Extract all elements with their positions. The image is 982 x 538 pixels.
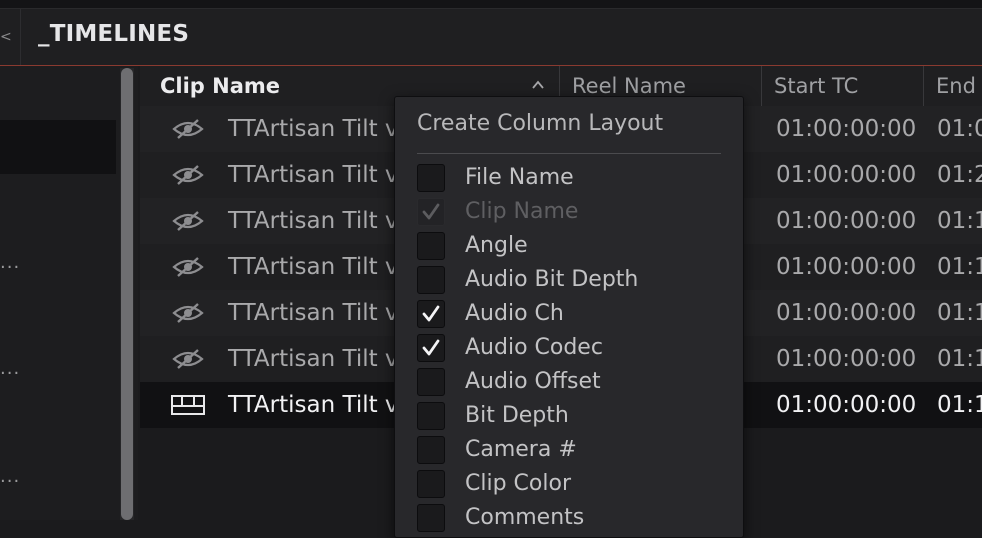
column-option[interactable]: Angle: [417, 229, 737, 263]
end-tc-cell: 01:1: [937, 346, 982, 372]
start-tc-cell: 01:00:00:00: [776, 208, 917, 234]
start-tc-cell: 01:00:00:00: [776, 346, 917, 372]
hidden-eye-icon: [172, 211, 204, 231]
bin-item-truncated[interactable]: ...: [0, 252, 20, 273]
column-option-label: Audio Bit Depth: [465, 267, 639, 292]
column-option-label: Audio Ch: [465, 301, 564, 326]
end-tc-cell: 01:1: [937, 254, 982, 280]
bin-list-scrollbar-thumb[interactable]: [121, 68, 133, 520]
hidden-eye-icon: [172, 257, 204, 277]
column-option[interactable]: Clip Color: [417, 467, 737, 501]
top-strip: [0, 0, 982, 9]
column-option-label: Clip Color: [465, 471, 571, 496]
end-tc-cell: 01:1: [937, 392, 982, 418]
hidden-eye-icon: [172, 165, 204, 185]
column-option[interactable]: Audio Bit Depth: [417, 263, 737, 297]
column-option[interactable]: File Name: [417, 161, 737, 195]
column-option[interactable]: Audio Codec: [417, 331, 737, 365]
checkbox[interactable]: [417, 402, 445, 430]
clip-name-cell: TTArtisan Tilt v: [228, 162, 399, 188]
column-option-label: Bit Depth: [465, 403, 569, 428]
start-tc-cell: 01:00:00:00: [776, 300, 917, 326]
checkbox[interactable]: [417, 300, 445, 328]
checkbox[interactable]: [417, 470, 445, 498]
column-header-start-tc[interactable]: Start TC: [762, 66, 924, 106]
bin-item-truncated[interactable]: ...: [0, 466, 20, 487]
hidden-eye-icon: [172, 119, 204, 139]
clip-name-cell: TTArtisan Tilt v: [228, 208, 399, 234]
menu-title: Create Column Layout: [417, 111, 664, 136]
header-divider: [20, 9, 21, 65]
end-tc-cell: 01:1: [937, 208, 982, 234]
checkbox[interactable]: [417, 436, 445, 464]
column-option[interactable]: Camera #: [417, 433, 737, 467]
column-option-label: Camera #: [465, 437, 577, 462]
checkbox[interactable]: [417, 232, 445, 260]
checkbox: [417, 198, 445, 226]
bin-item-truncated[interactable]: ...: [0, 358, 20, 379]
end-tc-cell: 01:0: [937, 116, 982, 142]
sort-ascending-icon[interactable]: [531, 78, 545, 92]
column-header-end-tc[interactable]: End T: [924, 66, 982, 106]
hidden-eye-icon: [172, 349, 204, 369]
checkmark-icon: [422, 203, 440, 220]
column-option[interactable]: Bit Depth: [417, 399, 737, 433]
checkbox[interactable]: [417, 164, 445, 192]
column-option-label: Angle: [465, 233, 528, 258]
hidden-eye-icon: [172, 303, 204, 323]
checkbox[interactable]: [417, 334, 445, 362]
column-option-label: Audio Offset: [465, 369, 601, 394]
start-tc-cell: 01:00:00:00: [776, 162, 917, 188]
start-tc-cell: 01:00:00:00: [776, 254, 917, 280]
column-option-label: Clip Name: [465, 199, 579, 224]
bin-header: < _TIMELINES: [0, 9, 982, 66]
column-option[interactable]: Audio Ch: [417, 297, 737, 331]
checkbox[interactable]: [417, 368, 445, 396]
menu-divider: [417, 153, 721, 154]
start-tc-cell: 01:00:00:00: [776, 392, 917, 418]
end-tc-cell: 01:2: [937, 162, 982, 188]
clip-name-cell: TTArtisan Tilt v: [228, 346, 399, 372]
clip-name-cell: TTArtisan Tilt v: [228, 116, 399, 142]
clip-name-cell: TTArtisan Tilt v: [228, 254, 399, 280]
bin-title: _TIMELINES: [38, 21, 190, 47]
end-tc-cell: 01:1: [937, 300, 982, 326]
column-option[interactable]: Comments: [417, 501, 737, 535]
checkmark-icon: [422, 339, 440, 356]
back-chevron-icon[interactable]: <: [0, 29, 12, 45]
checkbox[interactable]: [417, 504, 445, 532]
column-option-label: Comments: [465, 505, 585, 530]
bin-list-selected-item[interactable]: [0, 120, 116, 174]
column-option[interactable]: Audio Offset: [417, 365, 737, 399]
column-option: Clip Name: [417, 195, 737, 229]
column-option-label: File Name: [465, 165, 574, 190]
clip-name-cell: TTArtisan Tilt v: [228, 300, 399, 326]
timeline-icon: [171, 395, 205, 415]
column-header-label: Clip Name: [160, 74, 281, 98]
clip-name-cell: TTArtisan Tilt v: [228, 392, 399, 418]
start-tc-cell: 01:00:00:00: [776, 116, 917, 142]
bin-list-panel: ... ... ...: [0, 66, 138, 520]
checkbox[interactable]: [417, 266, 445, 294]
checkmark-icon: [422, 305, 440, 322]
column-option-label: Audio Codec: [465, 335, 603, 360]
column-layout-menu[interactable]: Create Column Layout File Name Clip Name A…: [394, 96, 744, 538]
